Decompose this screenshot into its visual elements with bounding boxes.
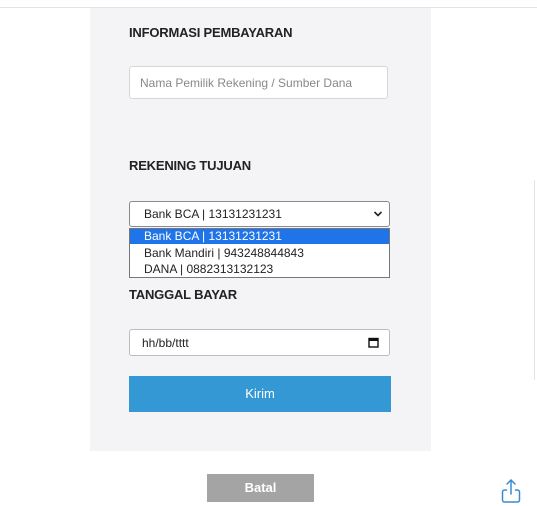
destination-selected-value: Bank BCA | 13131231231 <box>144 207 282 221</box>
destination-dropdown-list: Bank BCA | 13131231231 Bank Mandiri | 94… <box>129 228 390 278</box>
payment-date-heading: TANGGAL BAYAR <box>129 287 237 302</box>
destination-account-heading: REKENING TUJUAN <box>129 158 251 173</box>
payment-date-placeholder: hh/bb/tttt <box>142 336 189 350</box>
dropdown-option-mandiri[interactable]: Bank Mandiri | 943248844843 <box>130 246 389 261</box>
calendar-icon[interactable] <box>368 337 379 348</box>
payment-date-input[interactable]: hh/bb/tttt <box>129 329 390 356</box>
account-holder-placeholder: Nama Pemilik Rekening / Sumber Dana <box>140 76 353 90</box>
right-divider <box>534 180 535 380</box>
dropdown-option-dana[interactable]: DANA | 0882313132123 <box>130 262 389 277</box>
payment-info-heading: INFORMASI PEMBAYARAN <box>129 25 293 40</box>
share-icon[interactable] <box>500 478 522 504</box>
chevron-down-icon <box>373 211 383 217</box>
account-holder-input[interactable]: Nama Pemilik Rekening / Sumber Dana <box>129 66 388 99</box>
submit-button[interactable]: Kirim <box>129 376 391 412</box>
dropdown-option-bca[interactable]: Bank BCA | 13131231231 <box>130 229 389 244</box>
destination-account-select[interactable]: Bank BCA | 13131231231 <box>129 201 390 227</box>
cancel-button[interactable]: Batal <box>207 474 314 502</box>
